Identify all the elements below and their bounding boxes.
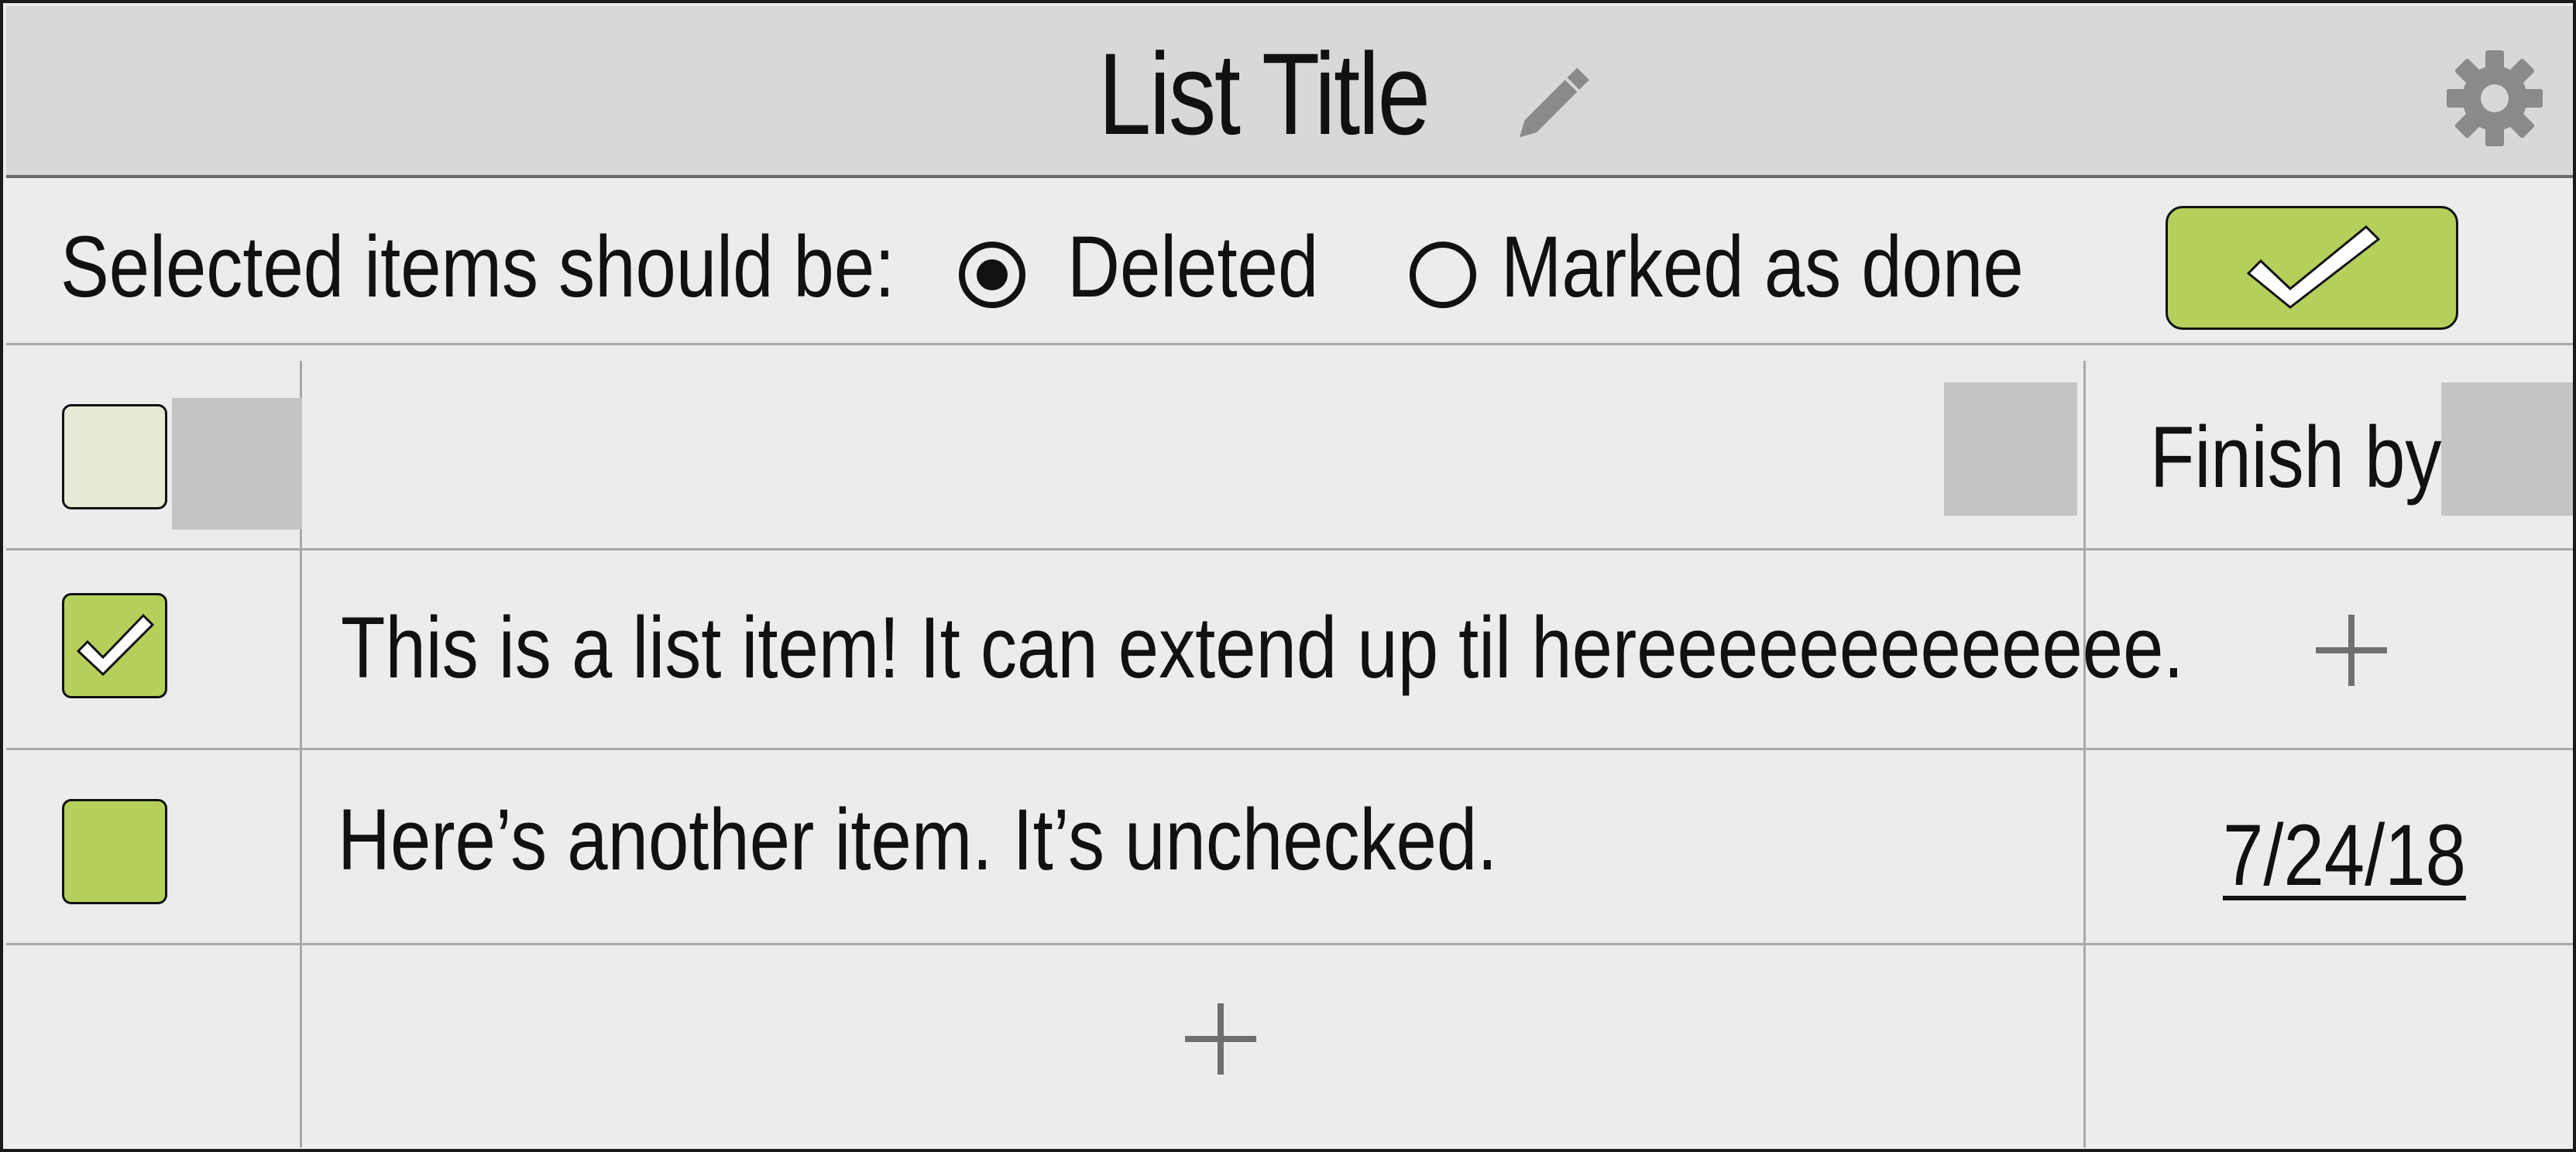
finish-by-label: Finish by:	[2150, 409, 2462, 506]
list-title: List Title	[1098, 29, 1431, 159]
radio-marked-as-done[interactable]	[1410, 242, 1476, 308]
item-checkbox-unchecked[interactable]	[62, 799, 167, 904]
list-item-text[interactable]: Here’s another item. It’s unchecked.	[338, 790, 1497, 890]
image-placeholder	[172, 398, 302, 530]
due-date-link[interactable]: 7/24/18	[2223, 805, 2466, 906]
row-divider	[6, 548, 2573, 550]
confirm-button[interactable]	[2166, 206, 2458, 330]
radio-marked-as-done-label[interactable]: Marked as done	[1501, 217, 2024, 317]
row-divider	[6, 748, 2573, 750]
radio-deleted-label[interactable]: Deleted	[1067, 217, 1318, 317]
selection-options-label: Selected items should be:	[60, 218, 895, 315]
gear-icon[interactable]	[2444, 48, 2545, 149]
row-divider	[6, 943, 2573, 945]
select-all-checkbox[interactable]	[62, 404, 167, 509]
item-checkbox-checked[interactable]	[62, 593, 167, 698]
add-item-plus-icon[interactable]	[1185, 1003, 1256, 1075]
checkmark-icon	[2246, 225, 2381, 309]
image-placeholder	[1944, 382, 2077, 516]
radio-deleted[interactable]	[959, 242, 1025, 308]
column-divider	[2083, 361, 2086, 1147]
list-window: List Title Selected items should be: Del…	[0, 0, 2576, 1152]
list-item-text[interactable]: This is a list item! It can extend up ti…	[341, 598, 2184, 698]
radio-selected-dot	[977, 259, 1008, 290]
pencil-icon[interactable]	[1509, 54, 1602, 147]
checkmark-icon	[76, 613, 155, 677]
selection-options-bar: Selected items should be: Deleted Marked…	[6, 178, 2573, 345]
image-placeholder	[2441, 382, 2573, 516]
add-due-date-plus-icon[interactable]	[2316, 615, 2387, 686]
title-bar: List Title	[6, 6, 2573, 178]
